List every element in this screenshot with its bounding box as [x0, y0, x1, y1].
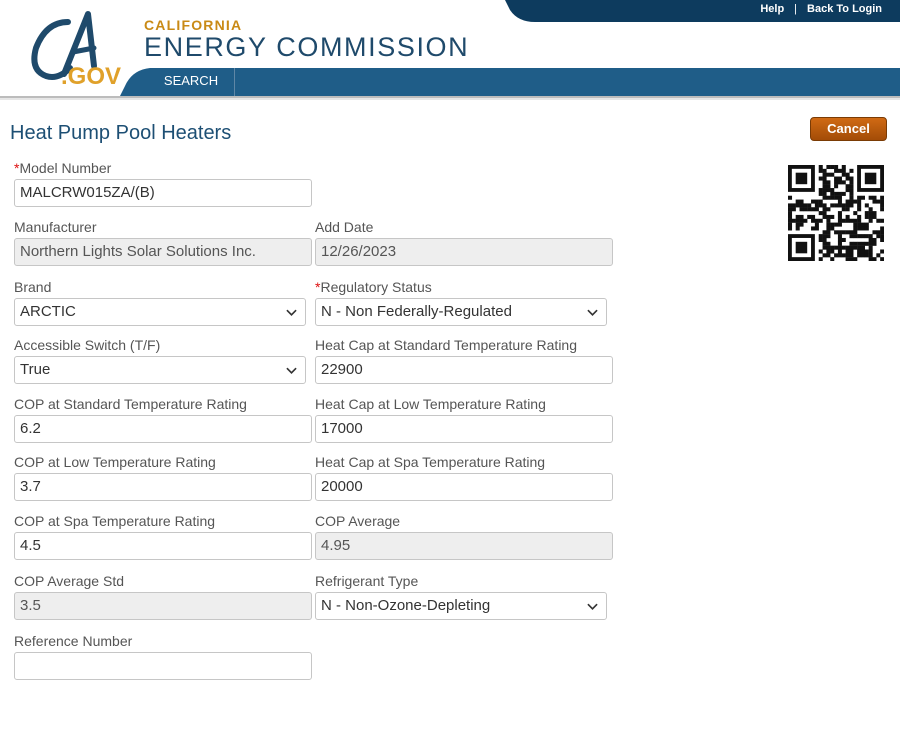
refrigerant-type-value: N - Non-Ozone-Depleting [321, 597, 491, 614]
svg-text:.GOV: .GOV [61, 63, 121, 88]
accessible-switch-value: True [20, 361, 51, 378]
cop-spa-input[interactable]: 4.5 [14, 532, 312, 560]
model-number-value: MALCRW015ZA/(B) [20, 184, 155, 201]
cop-average-field: 4.95 [315, 532, 613, 560]
accessible-switch-label: Accessible Switch (T/F) [14, 337, 161, 353]
regulatory-status-select[interactable]: N - Non Federally-Regulated [315, 298, 607, 326]
regulatory-status-value: N - Non Federally-Regulated [321, 303, 512, 320]
link-separator: | [794, 3, 798, 15]
heat-cap-standard-input[interactable]: 22900 [315, 356, 613, 384]
heat-cap-spa-label: Heat Cap at Spa Temperature Rating [315, 454, 546, 470]
add-date-value: 12/26/2023 [321, 243, 397, 260]
model-number-label-text: Model Number [19, 160, 112, 176]
manufacturer-field: Northern Lights Solar Solutions Inc. [14, 238, 312, 266]
cop-standard-value: 6.2 [20, 420, 41, 437]
page-title: Heat Pump Pool Heaters [10, 122, 232, 144]
model-number-label: *Model Number [14, 160, 111, 176]
heat-cap-standard-label: Heat Cap at Standard Temperature Rating [315, 337, 578, 353]
chevron-down-icon [587, 309, 598, 316]
cop-spa-label: COP at Spa Temperature Rating [14, 513, 216, 529]
heat-cap-spa-value: 20000 [321, 478, 363, 495]
site-header: .GOV CALIFORNIA ENERGY COMMISSION Help | B… [0, 0, 900, 100]
cancel-button[interactable]: Cancel [810, 117, 887, 141]
accessible-switch-select[interactable]: True [14, 356, 306, 384]
cop-standard-label: COP at Standard Temperature Rating [14, 396, 247, 412]
heat-cap-low-value: 17000 [321, 420, 363, 437]
add-date-field: 12/26/2023 [315, 238, 613, 266]
nav-tab-search[interactable]: SEARCH [148, 68, 235, 96]
brand-value: ARCTIC [20, 303, 76, 320]
reference-number-input[interactable] [14, 652, 312, 680]
org-name: ENERGY COMMISSION [144, 32, 470, 62]
brand-label: Brand [14, 279, 52, 295]
ca-gov-logo[interactable]: .GOV [28, 8, 138, 90]
cop-average-std-field: 3.5 [14, 592, 312, 620]
heat-cap-spa-input[interactable]: 20000 [315, 473, 613, 501]
back-to-login-link[interactable]: Back To Login [807, 3, 882, 15]
cop-average-std-value: 3.5 [20, 597, 41, 614]
org-state-label: CALIFORNIA [144, 17, 243, 33]
cop-low-input[interactable]: 3.7 [14, 473, 312, 501]
heat-cap-standard-value: 22900 [321, 361, 363, 378]
org-title: CALIFORNIA ENERGY COMMISSION [144, 18, 469, 61]
help-link[interactable]: Help [760, 3, 784, 15]
add-date-label: Add Date [315, 219, 374, 235]
cop-spa-value: 4.5 [20, 537, 41, 554]
reference-number-label: Reference Number [14, 633, 133, 649]
refrigerant-type-label: Refrigerant Type [315, 573, 419, 589]
cop-standard-input[interactable]: 6.2 [14, 415, 312, 443]
manufacturer-label: Manufacturer [14, 219, 97, 235]
cop-low-value: 3.7 [20, 478, 41, 495]
heat-cap-low-label: Heat Cap at Low Temperature Rating [315, 396, 546, 412]
chevron-down-icon [587, 603, 598, 610]
regulatory-status-label: *Regulatory Status [315, 279, 432, 295]
ca-gov-logo-graphic: .GOV [31, 11, 121, 90]
model-number-input[interactable]: MALCRW015ZA/(B) [14, 179, 312, 207]
chevron-down-icon [286, 367, 297, 374]
regulatory-status-label-text: Regulatory Status [320, 279, 432, 295]
top-links: Help | Back To Login [760, 3, 882, 15]
brand-select[interactable]: ARCTIC [14, 298, 306, 326]
manufacturer-value: Northern Lights Solar Solutions Inc. [20, 243, 256, 260]
qr-code-icon [788, 165, 884, 261]
cop-average-std-label: COP Average Std [14, 573, 124, 589]
chevron-down-icon [286, 309, 297, 316]
refrigerant-type-select[interactable]: N - Non-Ozone-Depleting [315, 592, 607, 620]
cop-average-label: COP Average [315, 513, 401, 529]
cop-low-label: COP at Low Temperature Rating [14, 454, 216, 470]
cop-average-value: 4.95 [321, 537, 351, 554]
heat-cap-low-input[interactable]: 17000 [315, 415, 613, 443]
